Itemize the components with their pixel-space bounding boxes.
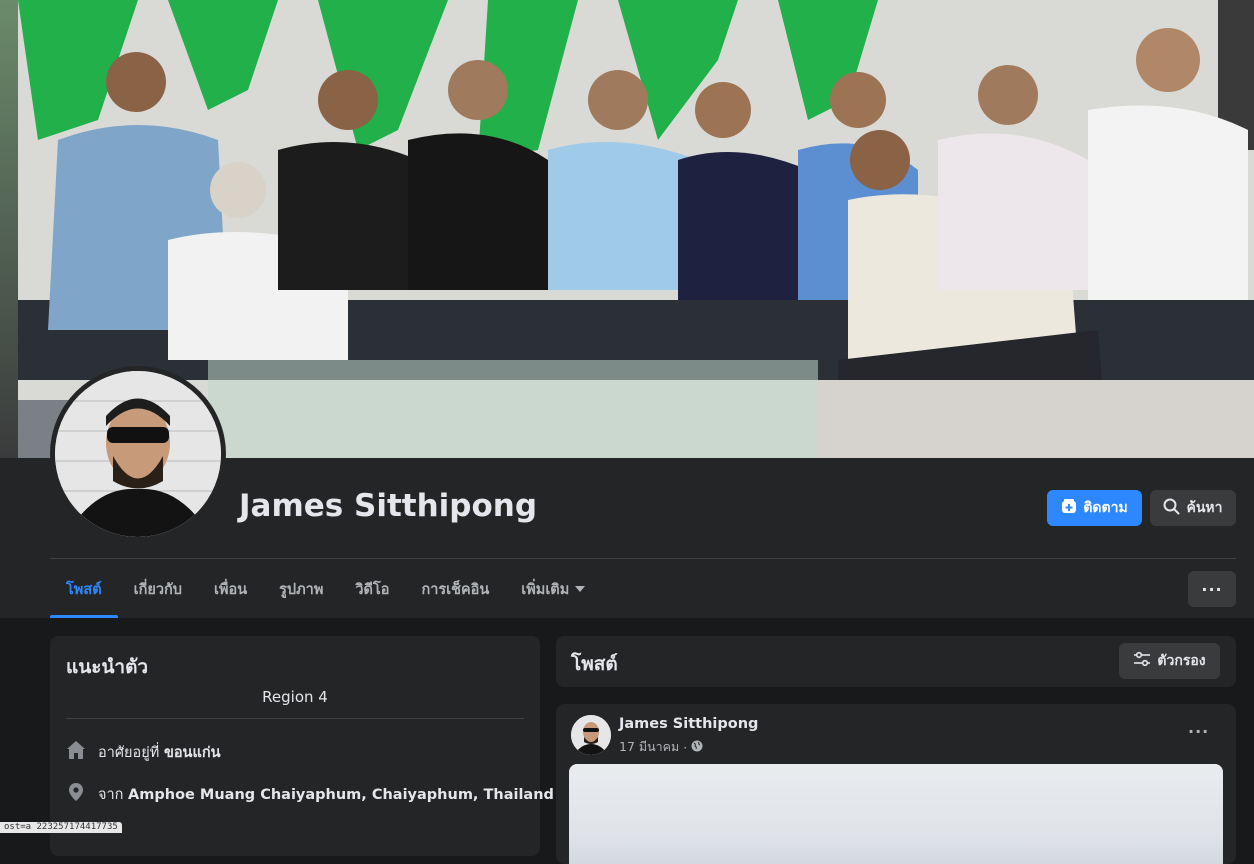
- intro-bio: Region 4: [262, 688, 328, 706]
- from-prefix: จาก: [98, 786, 124, 803]
- posts-header: โพสต์ ตัวกรอง: [556, 636, 1236, 687]
- post-author-name[interactable]: James Sitthipong: [619, 716, 758, 732]
- follow-button-label: ติดตาม: [1083, 500, 1128, 516]
- search-icon: [1163, 498, 1180, 519]
- home-icon: [66, 740, 86, 764]
- more-dots-icon: ···: [1201, 579, 1223, 599]
- post-date[interactable]: 17 มีนาคม: [619, 737, 679, 757]
- filter-button[interactable]: ตัวกรอง: [1119, 643, 1220, 679]
- globe-icon: [691, 740, 703, 755]
- intro-lives-in: อาศัยอยู่ที่ ขอนแก่น: [66, 740, 221, 764]
- left-edge-strip: [0, 0, 18, 458]
- search-button-label: ค้นหา: [1186, 500, 1223, 516]
- tab-label: การเช็คอิน: [421, 581, 490, 598]
- post-options-button[interactable]: ···: [1188, 722, 1209, 741]
- cover-photo-image: [18, 0, 1254, 458]
- post-card: James Sitthipong 17 มีนาคม · ···: [556, 704, 1236, 864]
- browser-status-bar: ost=a 223257174417735: [0, 822, 122, 833]
- tab-posts[interactable]: โพสต์: [50, 560, 118, 618]
- profile-tabs: โพสต์ เกี่ยวกับ เพื่อน รูปภาพ วิดีโอ การ…: [50, 560, 601, 618]
- tab-label: วิดีโอ: [355, 581, 390, 598]
- tab-label: รูปภาพ: [279, 581, 324, 598]
- profile-picture-image: [55, 371, 221, 537]
- post-image[interactable]: [569, 764, 1223, 864]
- intro-title: แนะนำตัว: [66, 656, 149, 678]
- tab-videos[interactable]: วิดีโอ: [339, 560, 405, 618]
- caret-down-icon: [575, 581, 586, 597]
- tab-more[interactable]: เพิ่มเติม: [505, 560, 601, 618]
- meta-dot: ·: [683, 739, 688, 755]
- lives-prefix: อาศัยอยู่ที่: [98, 744, 160, 761]
- profile-picture[interactable]: [55, 371, 221, 537]
- tab-friends[interactable]: เพื่อน: [198, 560, 263, 618]
- filter-sliders-icon: [1133, 651, 1151, 671]
- header-divider: [50, 558, 1236, 559]
- profile-name: James Sitthipong: [239, 488, 538, 524]
- location-pin-icon: [66, 782, 86, 806]
- more-options-button[interactable]: ···: [1188, 571, 1236, 607]
- tab-label: โพสต์: [66, 581, 102, 598]
- filter-button-label: ตัวกรอง: [1157, 653, 1206, 669]
- tab-checkins[interactable]: การเช็คอิน: [405, 560, 505, 618]
- intro-card: แนะนำตัว Region 4 อาศัยอยู่ที่ ขอนแก่น จ…: [50, 636, 554, 856]
- search-button[interactable]: ค้นหา: [1150, 490, 1236, 526]
- intro-from: จาก Amphoe Muang Chaiyaphum, Chaiyaphum,…: [66, 782, 554, 806]
- post-author-avatar[interactable]: [571, 715, 611, 755]
- from-value[interactable]: Amphoe Muang Chaiyaphum, Chaiyaphum, Tha…: [128, 787, 554, 803]
- tab-about[interactable]: เกี่ยวกับ: [118, 560, 198, 618]
- follow-button[interactable]: ติดตาม: [1047, 490, 1142, 526]
- tab-photos[interactable]: รูปภาพ: [263, 560, 339, 618]
- profile-picture-frame[interactable]: [50, 366, 226, 542]
- posts-title: โพสต์: [571, 653, 618, 675]
- follow-plus-icon: [1061, 498, 1077, 518]
- post-meta: 17 มีนาคม ·: [619, 737, 703, 757]
- intro-divider: [66, 718, 524, 719]
- lives-value[interactable]: ขอนแก่น: [164, 745, 221, 761]
- tab-label: เพิ่มเติม: [521, 581, 570, 598]
- cover-photo[interactable]: [18, 0, 1254, 458]
- tab-label: เกี่ยวกับ: [133, 581, 182, 598]
- tab-label: เพื่อน: [213, 581, 248, 598]
